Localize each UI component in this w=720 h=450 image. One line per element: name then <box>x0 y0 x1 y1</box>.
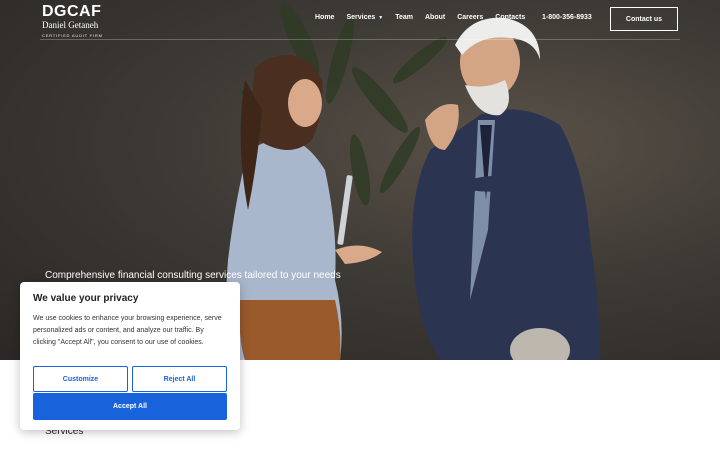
contact-us-button[interactable]: Contact us <box>610 7 678 31</box>
brand-name: Daniel Getaneh <box>42 20 99 30</box>
main-nav: Home Services ▼ Team About Careers Conta… <box>315 14 537 21</box>
cookie-description: We use cookies to enhance your browsing … <box>33 315 222 346</box>
brand-mark: DGCAF <box>42 3 102 20</box>
nav-item-services-label: Services <box>346 14 376 21</box>
accept-all-button[interactable]: Accept All <box>33 393 227 420</box>
nav-item-contacts[interactable]: Contacts <box>495 14 525 21</box>
brand-logo[interactable]: DGCAF Daniel Getaneh CERTIFIED AUDIT FIR… <box>42 3 103 40</box>
nav-item-about[interactable]: About <box>425 14 445 21</box>
nav-item-team[interactable]: Team <box>395 14 413 21</box>
nav-item-services[interactable]: Services ▼ <box>346 14 383 21</box>
chevron-down-icon: ▼ <box>378 14 384 21</box>
nav-item-careers[interactable]: Careers <box>457 14 483 21</box>
phone-number[interactable]: 1-800-356-8933 <box>542 14 592 21</box>
cookie-consent-banner: We value your privacy We use cookies to … <box>20 282 240 430</box>
header-divider <box>40 39 680 40</box>
cookie-button-row: Customize Reject All <box>33 366 227 392</box>
hero-tagline: Comprehensive financial consulting servi… <box>45 270 341 281</box>
nav-item-home[interactable]: Home <box>315 14 334 21</box>
customize-button[interactable]: Customize <box>33 366 128 392</box>
cookie-title: We value your privacy <box>33 293 139 304</box>
reject-all-button[interactable]: Reject All <box>132 366 227 392</box>
